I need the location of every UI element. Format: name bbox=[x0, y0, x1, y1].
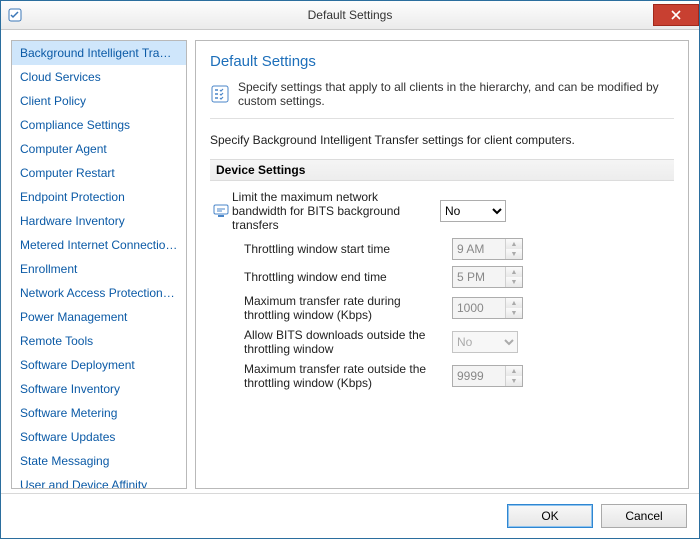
sidebar-item[interactable]: Computer Agent bbox=[12, 137, 186, 161]
end-time-value bbox=[453, 267, 505, 287]
sidebar-item[interactable]: Metered Internet Connections bbox=[12, 233, 186, 257]
section-intro: Specify Background Intelligent Transfer … bbox=[210, 133, 674, 147]
main-panel: Default Settings Specify settings that a… bbox=[195, 40, 689, 489]
sidebar-item[interactable]: Computer Restart bbox=[12, 161, 186, 185]
dialog-window: Default Settings Background Intelligent … bbox=[0, 0, 700, 539]
network-icon bbox=[210, 202, 232, 220]
sidebar-item[interactable]: Software Inventory bbox=[12, 377, 186, 401]
sidebar-item[interactable]: Power Management bbox=[12, 305, 186, 329]
setting-label: Allow BITS downloads outside the throttl… bbox=[232, 328, 452, 356]
dialog-footer: OK Cancel bbox=[1, 493, 699, 538]
sidebar-item[interactable]: Software Deployment bbox=[12, 353, 186, 377]
sidebar-item[interactable]: Software Updates bbox=[12, 425, 186, 449]
spinner-down-icon: ▼ bbox=[506, 277, 522, 287]
cancel-button[interactable]: Cancel bbox=[601, 504, 687, 528]
close-button[interactable] bbox=[653, 4, 699, 26]
settings-list: Limit the maximum network bandwidth for … bbox=[210, 187, 674, 393]
window-title: Default Settings bbox=[1, 8, 699, 22]
sidebar-item[interactable]: Hardware Inventory bbox=[12, 209, 186, 233]
rate-out-value bbox=[453, 366, 505, 386]
setting-label: Throttling window start time bbox=[232, 242, 452, 256]
separator bbox=[210, 118, 674, 119]
sidebar-item[interactable]: Background Intelligent Transfer bbox=[12, 41, 186, 65]
spinner-down-icon: ▼ bbox=[506, 308, 522, 318]
setting-allow-outside: Allow BITS downloads outside the throttl… bbox=[210, 325, 674, 359]
sidebar-item[interactable]: Cloud Services bbox=[12, 65, 186, 89]
sidebar-item[interactable]: Network Access Protection (NAP) bbox=[12, 281, 186, 305]
rate-in-value bbox=[453, 298, 505, 318]
app-icon bbox=[7, 7, 23, 23]
spinner-down-icon: ▼ bbox=[506, 249, 522, 259]
description-row: Specify settings that apply to all clien… bbox=[210, 80, 674, 108]
setting-rate-in: Maximum transfer rate during throttling … bbox=[210, 291, 674, 325]
rate-in-spinner: ▲▼ bbox=[452, 297, 523, 319]
limit-bandwidth-select[interactable]: YesNo bbox=[440, 200, 506, 222]
setting-limit-bandwidth: Limit the maximum network bandwidth for … bbox=[210, 187, 674, 235]
allow-outside-select: YesNo bbox=[452, 331, 518, 353]
sidebar-item[interactable]: Endpoint Protection bbox=[12, 185, 186, 209]
setting-label: Maximum transfer rate during throttling … bbox=[232, 294, 452, 322]
client-area: Background Intelligent TransferCloud Ser… bbox=[1, 30, 699, 493]
ok-button[interactable]: OK bbox=[507, 504, 593, 528]
page-heading: Default Settings bbox=[210, 53, 674, 70]
end-time-spinner: ▲▼ bbox=[452, 266, 523, 288]
setting-rate-out: Maximum transfer rate outside the thrott… bbox=[210, 359, 674, 393]
sidebar-item[interactable]: Client Policy bbox=[12, 89, 186, 113]
setting-label: Maximum transfer rate outside the thrott… bbox=[232, 362, 452, 390]
start-time-spinner: ▲▼ bbox=[452, 238, 523, 260]
spinner-up-icon: ▲ bbox=[506, 267, 522, 277]
sidebar-item[interactable]: State Messaging bbox=[12, 449, 186, 473]
sidebar-item[interactable]: Compliance Settings bbox=[12, 113, 186, 137]
spinner-up-icon: ▲ bbox=[506, 366, 522, 376]
checklist-icon bbox=[210, 84, 230, 104]
start-time-value bbox=[453, 239, 505, 259]
sidebar-item[interactable]: Remote Tools bbox=[12, 329, 186, 353]
sidebar-item[interactable]: Enrollment bbox=[12, 257, 186, 281]
setting-start-time: Throttling window start time ▲▼ bbox=[210, 235, 674, 263]
sidebar-item[interactable]: User and Device Affinity bbox=[12, 473, 186, 489]
sidebar-item[interactable]: Software Metering bbox=[12, 401, 186, 425]
category-sidebar[interactable]: Background Intelligent TransferCloud Ser… bbox=[11, 40, 187, 489]
spinner-down-icon: ▼ bbox=[506, 376, 522, 386]
setting-end-time: Throttling window end time ▲▼ bbox=[210, 263, 674, 291]
spinner-up-icon: ▲ bbox=[506, 298, 522, 308]
titlebar: Default Settings bbox=[1, 1, 699, 30]
group-header: Device Settings bbox=[210, 159, 674, 181]
spinner-up-icon: ▲ bbox=[506, 239, 522, 249]
setting-label: Throttling window end time bbox=[232, 270, 452, 284]
description-text: Specify settings that apply to all clien… bbox=[238, 80, 674, 108]
rate-out-spinner: ▲▼ bbox=[452, 365, 523, 387]
close-icon bbox=[671, 10, 681, 20]
setting-label: Limit the maximum network bandwidth for … bbox=[232, 190, 440, 232]
